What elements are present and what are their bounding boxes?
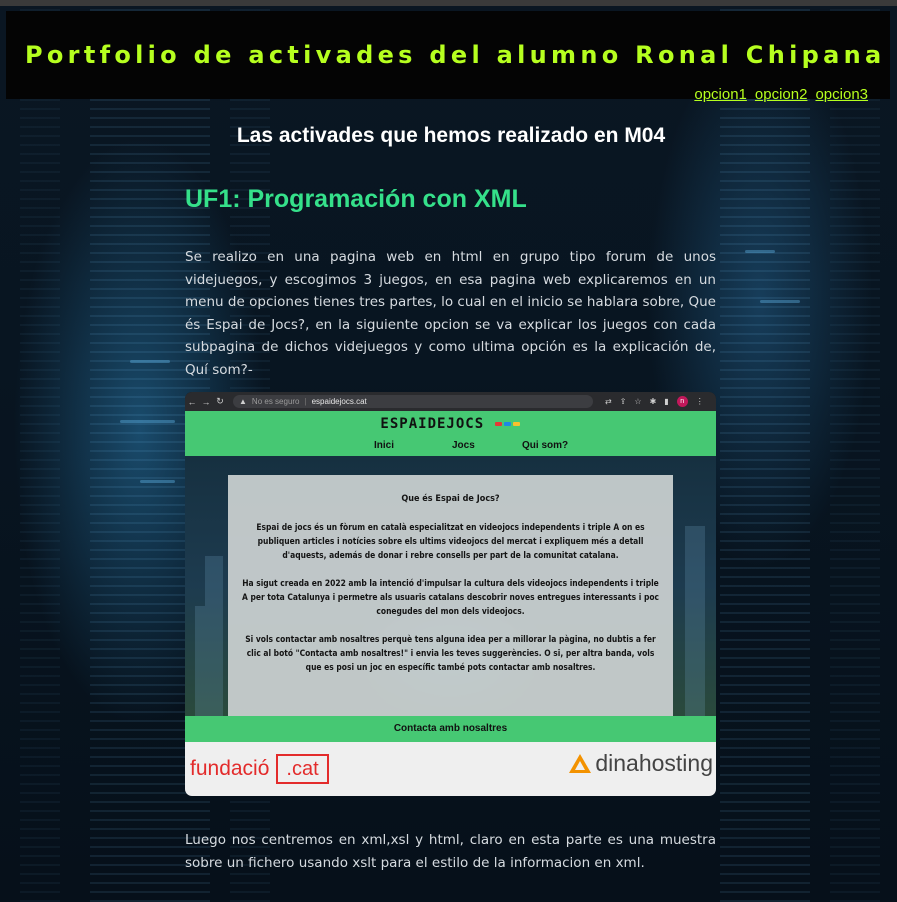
- dinahosting-triangle-icon: [569, 754, 592, 773]
- top-nav: opcion1 opcion2 opcion3: [694, 86, 868, 103]
- description-paragraph: Se realizo en una pagina web en html en …: [185, 249, 716, 378]
- sponsor-strip: fundació .cat dinahosting: [185, 742, 716, 796]
- back-arrow-icon: ←: [187, 396, 197, 407]
- dinahosting-logo: dinahosting: [569, 750, 713, 777]
- nav-link-opcion3[interactable]: opcion3: [815, 86, 868, 103]
- extensions-icon: ✱: [649, 397, 657, 406]
- nav-link-opcion1[interactable]: opcion1: [694, 86, 747, 103]
- website-screenshot-image: ← → ↻ ▲ No es seguro | espaidejocs.cat ⇄…: [185, 392, 716, 796]
- card-heading: Que és Espai de Jocs?: [401, 494, 500, 504]
- kebab-menu-icon: ⋮: [695, 397, 704, 406]
- profile-avatar: n: [676, 396, 688, 407]
- browser-toolbar: ← → ↻ ▲ No es seguro | espaidejocs.cat ⇄…: [185, 392, 716, 411]
- address-bar: ▲ No es seguro | espaidejocs.cat: [233, 395, 593, 408]
- star-icon: ☆: [634, 397, 642, 406]
- card-paragraph-2: Ha sigut creada en 2022 amb la intenció …: [242, 578, 659, 616]
- url-text: espaidejocs.cat: [311, 397, 367, 406]
- site-logo: ESPAIDEJOCS: [185, 416, 716, 432]
- window-top-edge: [0, 0, 897, 6]
- page-title: Portfolio de activades del alumno Ronal …: [25, 41, 886, 69]
- fundacio-cat-logo: fundació .cat: [190, 754, 329, 784]
- activities-heading: Las activades que hemos realizado en M04: [236, 124, 666, 147]
- section-title-uf1: UF1: Programación con XML: [185, 185, 527, 213]
- site-header: ESPAIDEJOCS Inici Jocs Qui som?: [185, 411, 716, 456]
- contact-bar: Contacta amb nosaltres: [185, 716, 716, 742]
- card-paragraph-1: Espai de jocs és un fòrum en català espe…: [256, 522, 645, 560]
- nav-link-opcion2[interactable]: opcion2: [755, 86, 808, 103]
- sidebar-icon: ▮: [664, 397, 669, 406]
- translate-icon: ⇄: [605, 397, 612, 406]
- share-icon: ⇪: [619, 397, 627, 406]
- card-paragraph-3: Si vols contactar amb nosaltres perquè t…: [245, 634, 656, 672]
- forward-arrow-icon: →: [201, 396, 211, 407]
- warning-icon: ▲: [239, 397, 247, 406]
- site-nav-jocs: Jocs: [452, 440, 475, 451]
- security-label: No es seguro: [251, 397, 300, 406]
- reload-icon: ↻: [216, 396, 224, 406]
- site-nav-inici: Inici: [374, 440, 395, 451]
- xml-paragraph: Luego nos centremos en xml,xsl y html, c…: [185, 832, 716, 871]
- site-info-card: Que és Espai de Jocs? Espai de jocs és u…: [228, 475, 673, 716]
- site-nav-qui-som: Qui som?: [522, 440, 569, 451]
- site-hero: Que és Espai de Jocs? Espai de jocs és u…: [185, 456, 716, 716]
